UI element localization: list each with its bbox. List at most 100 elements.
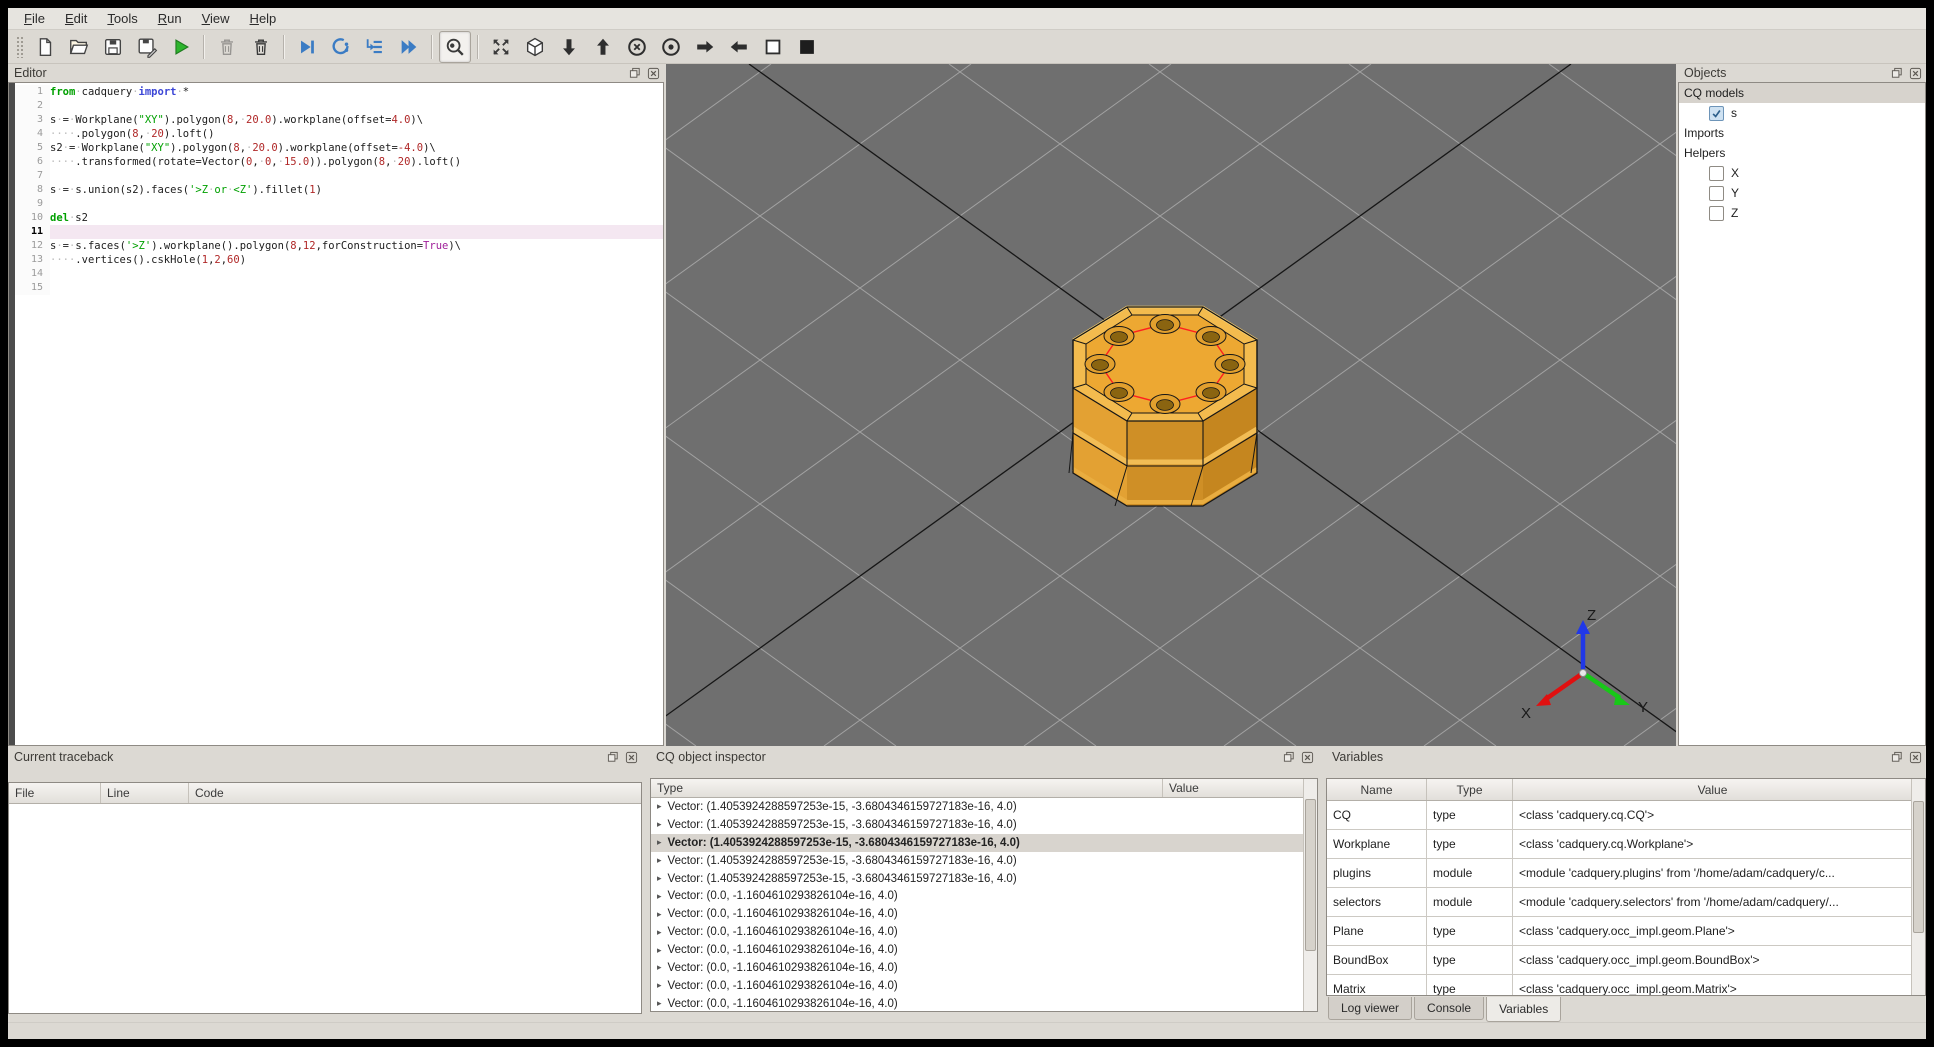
expand-arrow-icon[interactable]: ▸ (657, 980, 662, 991)
inspector-row[interactable]: ▸ Vector: (0.0, -1.1604610293826104e-16, … (651, 977, 1304, 995)
expand-arrow-icon[interactable]: ▸ (657, 945, 662, 956)
traceback-col-code[interactable]: Code (189, 783, 641, 803)
new-script-button[interactable] (29, 31, 61, 63)
checkbox-s[interactable] (1709, 105, 1724, 121)
tree-group-imports[interactable]: Imports (1679, 123, 1925, 143)
inspector-row[interactable]: ▸ Vector: (0.0, -1.1604610293826104e-16, … (651, 887, 1304, 905)
variables-scrollbar[interactable] (1911, 779, 1925, 995)
tree-item-x[interactable]: X (1679, 163, 1925, 183)
inspector-row[interactable]: ▸ Vector: (0.0, -1.1604610293826104e-16, … (651, 941, 1304, 959)
inspector-row[interactable]: ▸ Vector: (1.4053924288597253e-15, -3.680… (651, 798, 1304, 816)
float-panel-button[interactable] (1282, 750, 1296, 764)
variable-row[interactable]: selectors module <module 'cadquery.selecto… (1327, 888, 1912, 917)
expand-arrow-icon[interactable]: ▸ (657, 873, 662, 884)
save-as-script-button[interactable] (131, 31, 163, 63)
tree-item-z[interactable]: Z (1679, 203, 1925, 223)
back-view-button[interactable] (655, 31, 687, 63)
float-panel-button[interactable] (1890, 66, 1904, 80)
inspector-row[interactable]: ▸ Vector: (1.4053924288597253e-15, -3.680… (651, 816, 1304, 834)
inspector-row[interactable]: ▸ Vector: (1.4053924288597253e-15, -3.680… (651, 852, 1304, 870)
left-view-button[interactable] (723, 31, 755, 63)
expand-arrow-icon[interactable]: ▸ (657, 891, 662, 902)
save-script-button[interactable] (97, 31, 129, 63)
checkbox-x[interactable] (1709, 165, 1724, 181)
inspector-col-value[interactable]: Value (1163, 779, 1304, 797)
3d-viewport[interactable]: X Y Z (0, 63, 1934, 747)
menu-tools[interactable]: Tools (97, 9, 147, 28)
expand-arrow-icon[interactable]: ▸ (657, 837, 662, 848)
float-panel-button[interactable] (628, 66, 642, 80)
menu-file[interactable]: File (14, 9, 55, 28)
top-view-button[interactable] (587, 31, 619, 63)
menu-help[interactable]: Help (240, 9, 287, 28)
variable-row[interactable]: Workplane type <class 'cadquery.cq.Workpla… (1327, 830, 1912, 859)
front-view-button[interactable] (621, 31, 653, 63)
inspect-toggle-button[interactable] (439, 30, 471, 63)
inspector-col-type[interactable]: Type (651, 779, 1163, 797)
render-button[interactable] (165, 31, 197, 63)
transparent-button[interactable] (757, 31, 789, 63)
tree-item-s[interactable]: s (1679, 103, 1925, 123)
open-script-button[interactable] (63, 31, 95, 63)
right-view-button[interactable] (689, 31, 721, 63)
variable-row[interactable]: CQ type <class 'cadquery.cq.CQ'> (1327, 801, 1912, 830)
inspector-row[interactable]: ▸ Vector: (0.0, -1.1604610293826104e-16, … (651, 905, 1304, 923)
expand-arrow-icon[interactable]: ▸ (657, 801, 662, 812)
expand-arrow-icon[interactable]: ▸ (657, 998, 662, 1009)
delete-all-button[interactable] (245, 31, 277, 63)
variables-col-value[interactable]: Value (1513, 779, 1912, 800)
bottom-view-button[interactable] (553, 31, 585, 63)
viewport-canvas[interactable]: X Y Z (0, 63, 1934, 747)
traceback-col-line[interactable]: Line (101, 783, 189, 803)
close-panel-button[interactable] (646, 66, 660, 80)
inspector-row[interactable]: ▸ Vector: (0.0, -1.1604610293826104e-16, … (651, 959, 1304, 977)
debug-run-button[interactable] (291, 31, 323, 63)
variable-row[interactable]: Plane type <class 'cadquery.occ_impl.geom.… (1327, 917, 1912, 946)
expand-arrow-icon[interactable]: ▸ (657, 927, 662, 938)
checkbox-y[interactable] (1709, 185, 1724, 201)
inspector-row[interactable]: ▸ Vector: (1.4053924288597253e-15, -3.680… (651, 870, 1304, 888)
variable-row[interactable]: plugins module <module 'cadquery.plugins' … (1327, 859, 1912, 888)
close-panel-button[interactable] (1908, 66, 1922, 80)
fit-view-button[interactable] (485, 31, 517, 63)
debug-step-in-button[interactable] (359, 31, 391, 63)
variables-col-type[interactable]: Type (1427, 779, 1513, 800)
menu-edit[interactable]: Edit (55, 9, 97, 28)
expand-arrow-icon[interactable]: ▸ (657, 909, 662, 920)
tab-variables[interactable]: Variables (1486, 997, 1562, 1022)
debug-continue-button[interactable] (393, 31, 425, 63)
inspector-row[interactable]: ▸ Vector: (0.0, -1.1604610293826104e-16, … (651, 923, 1304, 941)
expand-arrow-icon[interactable]: ▸ (657, 962, 662, 973)
debug-step-button[interactable] (325, 31, 357, 63)
menu-view[interactable]: View (192, 9, 240, 28)
code-editor[interactable]: 1 from·cadquery·import·* 2 3 s·=·Workplane("… (8, 82, 664, 746)
menu-run[interactable]: Run (148, 9, 192, 28)
tab-log-viewer[interactable]: Log viewer (1328, 997, 1413, 1020)
iso-view-button[interactable] (519, 31, 551, 63)
float-panel-button[interactable] (606, 750, 620, 764)
tree-group-helpers[interactable]: Helpers (1679, 143, 1925, 163)
float-panel-button[interactable] (1890, 750, 1904, 764)
variables-col-name[interactable]: Name (1327, 779, 1427, 800)
delete-button[interactable] (211, 31, 243, 63)
variable-row[interactable]: BoundBox type <class 'cadquery.occ_impl.ge… (1327, 946, 1912, 975)
inspector-row[interactable]: ▸ Vector: (0.0, -1.1604610293826104e-16, … (651, 995, 1304, 1011)
traceback-col-file[interactable]: File (9, 783, 101, 803)
close-panel-button[interactable] (624, 750, 638, 764)
tab-console[interactable]: Console (1414, 997, 1485, 1020)
close-panel-button[interactable] (1300, 750, 1314, 764)
toolbar-drag-handle[interactable] (16, 35, 24, 58)
cad-model[interactable] (1068, 305, 1259, 507)
tree-group-cq-models[interactable]: CQ models (1679, 83, 1925, 103)
checkbox-z[interactable] (1709, 205, 1724, 221)
objects-panel-titlebar: Objects (1678, 64, 1926, 82)
black-box-button[interactable] (791, 31, 823, 63)
expand-arrow-icon[interactable]: ▸ (657, 855, 662, 866)
tree-item-y[interactable]: Y (1679, 183, 1925, 203)
inspector-row[interactable]: ▸ Vector: (1.4053924288597253e-15, -3.680… (651, 833, 1304, 852)
close-panel-button[interactable] (1908, 750, 1922, 764)
inspector-scrollbar[interactable] (1303, 779, 1317, 1011)
object-inspector-titlebar: CQ object inspector (650, 748, 1318, 766)
variable-row[interactable]: Matrix type <class 'cadquery.occ_impl.geom… (1327, 975, 1912, 995)
expand-arrow-icon[interactable]: ▸ (657, 819, 662, 830)
